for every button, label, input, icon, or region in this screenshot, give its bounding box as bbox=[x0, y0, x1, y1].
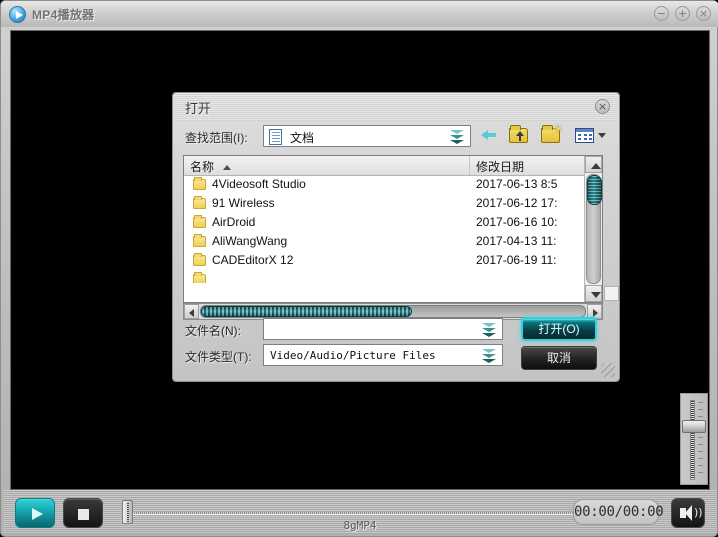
sparkle-glyph: ✳ bbox=[552, 122, 563, 136]
table-row[interactable]: AliWangWang 2017-04-13 11: bbox=[184, 233, 578, 252]
table-row[interactable]: 4Videosoft Studio 2017-06-13 8:5 bbox=[184, 176, 578, 195]
document-icon bbox=[269, 129, 282, 145]
file-date: 2017-04-13 11: bbox=[476, 234, 557, 248]
volume-slider-ticks bbox=[698, 402, 703, 478]
sort-ascending-icon bbox=[223, 165, 232, 171]
player-control-bar: 00:00/00:00 )) 8gMP4 bbox=[3, 490, 717, 534]
folder-icon bbox=[193, 196, 206, 209]
open-button[interactable]: 打开(O) bbox=[521, 317, 597, 341]
file-date: 2017-06-19 11: bbox=[476, 253, 557, 267]
file-name-input[interactable] bbox=[263, 318, 503, 340]
chevron-down-icon[interactable] bbox=[482, 323, 497, 337]
dialog-title: 打开 bbox=[185, 101, 212, 116]
scroll-down-icon[interactable] bbox=[585, 285, 602, 302]
scrollbar-corner bbox=[604, 286, 619, 301]
seek-slider-track bbox=[128, 512, 584, 515]
new-folder-icon[interactable]: ✳ bbox=[541, 122, 563, 143]
file-list[interactable]: 名称 修改日期 4Videosoft Studio 2017-06-13 8:5… bbox=[183, 155, 603, 303]
column-header-name-label: 名称 bbox=[190, 160, 215, 174]
look-in-label: 查找范围(I): bbox=[185, 131, 248, 145]
file-date: 2017-06-13 8:5 bbox=[476, 177, 558, 191]
chevron-down-icon[interactable] bbox=[450, 130, 465, 144]
volume-slider[interactable] bbox=[680, 393, 708, 485]
views-icon[interactable] bbox=[575, 128, 594, 143]
folder-icon bbox=[193, 272, 206, 283]
folder-icon bbox=[193, 177, 206, 190]
volume-slider-track bbox=[690, 400, 695, 480]
file-name-label: 文件名(N): bbox=[185, 324, 241, 338]
views-header bbox=[576, 129, 593, 132]
play-circle-icon bbox=[9, 5, 26, 23]
look-in-value: 文档 bbox=[290, 131, 315, 145]
folder-icon bbox=[193, 215, 206, 228]
file-name: 91 Wireless bbox=[212, 196, 275, 210]
file-name: AliWangWang bbox=[212, 234, 288, 248]
file-list-vertical-scrollbar[interactable] bbox=[584, 156, 602, 302]
speaker-waves: )) bbox=[694, 506, 703, 519]
seek-slider[interactable] bbox=[116, 500, 584, 524]
file-type-combo[interactable]: Video/Audio/Picture Files bbox=[263, 344, 503, 366]
minimize-button[interactable]: − bbox=[654, 6, 669, 21]
table-row[interactable]: 91 Wireless 2017-06-12 17: bbox=[184, 195, 578, 214]
horizontal-scroll-thumb[interactable] bbox=[201, 306, 413, 317]
vertical-scroll-thumb[interactable] bbox=[587, 175, 602, 205]
speaker-cone bbox=[680, 505, 692, 521]
status-text: 8gMP4 bbox=[343, 519, 377, 532]
table-row[interactable] bbox=[184, 271, 578, 283]
chevron-down-icon[interactable] bbox=[598, 133, 606, 138]
back-icon[interactable] bbox=[481, 126, 501, 146]
table-row[interactable]: AirDroid 2017-06-16 10: bbox=[184, 214, 578, 233]
table-row[interactable]: CADEditorX 12 2017-06-19 11: bbox=[184, 252, 578, 271]
file-date: 2017-06-12 17: bbox=[476, 196, 558, 210]
app-title: MP4播放器 bbox=[32, 7, 95, 22]
cancel-button[interactable]: 取消 bbox=[521, 346, 597, 370]
file-list-header: 名称 修改日期 bbox=[184, 156, 602, 176]
dialog-close-icon[interactable]: × bbox=[595, 99, 610, 114]
window-controls: − + × bbox=[654, 6, 711, 21]
close-button[interactable]: × bbox=[696, 6, 711, 21]
dialog-toolbar: ✳ bbox=[479, 122, 614, 148]
file-date: 2017-06-16 10: bbox=[476, 215, 558, 229]
dialog-title-bar: 打开 × bbox=[173, 93, 619, 121]
scroll-left-icon[interactable] bbox=[184, 304, 199, 319]
file-name: 4Videosoft Studio bbox=[212, 177, 306, 191]
file-name: AirDroid bbox=[212, 215, 256, 229]
views-dots bbox=[578, 134, 581, 136]
up-arrow-glyph bbox=[516, 131, 524, 141]
file-name: CADEditorX 12 bbox=[212, 253, 294, 267]
resize-grip[interactable] bbox=[601, 363, 615, 377]
folder-icon bbox=[193, 234, 206, 247]
chevron-down-icon[interactable] bbox=[482, 349, 497, 363]
look-in-combo[interactable]: 文档 bbox=[263, 125, 471, 147]
open-file-dialog: 打开 × 查找范围(I): 文档 ✳ 名称 修改日期 4Videosoft St… bbox=[172, 92, 620, 382]
maximize-button[interactable]: + bbox=[675, 6, 690, 21]
volume-slider-thumb[interactable] bbox=[682, 420, 706, 433]
vertical-scroll-trough[interactable] bbox=[586, 174, 602, 284]
scroll-up-icon[interactable] bbox=[585, 156, 602, 173]
column-header-date-label: 修改日期 bbox=[476, 160, 525, 174]
up-folder-icon[interactable] bbox=[509, 125, 528, 143]
file-type-label: 文件类型(T): bbox=[185, 350, 252, 364]
title-bar: MP4播放器 − + × bbox=[1, 1, 718, 27]
file-type-value: Video/Audio/Picture Files bbox=[270, 349, 436, 362]
folder-icon bbox=[193, 253, 206, 266]
column-header-name[interactable]: 名称 bbox=[184, 156, 470, 175]
file-list-rows: 4Videosoft Studio 2017-06-13 8:5 91 Wire… bbox=[184, 176, 578, 283]
